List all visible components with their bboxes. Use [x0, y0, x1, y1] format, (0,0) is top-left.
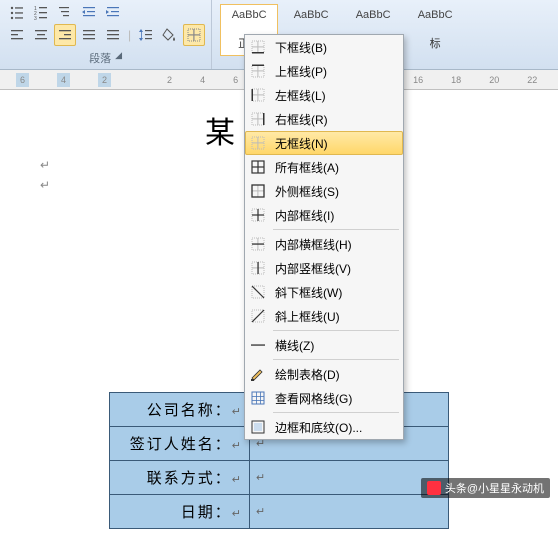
align-center-button[interactable]	[30, 24, 52, 46]
menu-item-bottom[interactable]: 下框线(B)	[245, 35, 403, 59]
menu-item-label: 左框线(L)	[275, 87, 395, 104]
align-distribute-button[interactable]	[102, 24, 124, 46]
borders-button[interactable]	[183, 24, 205, 46]
menu-item-draw[interactable]: 绘制表格(D)	[245, 362, 403, 386]
menu-item-label: 内部框线(I)	[275, 207, 395, 224]
menu-item-dialog[interactable]: 边框和底纹(O)...	[245, 415, 403, 439]
menu-item-left[interactable]: 左框线(L)	[245, 83, 403, 107]
top-icon	[249, 62, 267, 80]
menu-item-label: 查看网格线(G)	[275, 390, 395, 407]
menu-item-label: 边框和底纹(O)...	[275, 419, 395, 436]
watermark: 头条@小星星永动机	[421, 478, 550, 498]
menu-item-hline[interactable]: 横线(Z)	[245, 333, 403, 357]
diag-down-icon	[249, 283, 267, 301]
menu-item-right[interactable]: 右框线(R)	[245, 107, 403, 131]
menu-item-top[interactable]: 上框线(P)	[245, 59, 403, 83]
gridlines-icon	[249, 389, 267, 407]
menu-item-all[interactable]: 所有框线(A)	[245, 155, 403, 179]
menu-item-label: 内部横框线(H)	[275, 236, 395, 253]
bottom-icon	[249, 38, 267, 56]
numbering-button[interactable]: 123	[30, 2, 52, 24]
diag-up-icon	[249, 307, 267, 325]
align-right-button[interactable]	[54, 24, 76, 46]
menu-item-none[interactable]: 无框线(N)	[245, 131, 403, 155]
menu-item-label: 下框线(B)	[275, 39, 395, 56]
outside-icon	[249, 182, 267, 200]
right-icon	[249, 110, 267, 128]
menu-item-gridlines[interactable]: 查看网格线(G)	[245, 386, 403, 410]
line-spacing-button[interactable]	[135, 24, 157, 46]
shading-button[interactable]	[159, 24, 181, 46]
menu-item-label: 上框线(P)	[275, 63, 395, 80]
menu-separator	[273, 412, 399, 413]
draw-icon	[249, 365, 267, 383]
all-icon	[249, 158, 267, 176]
align-justify-button[interactable]	[78, 24, 100, 46]
menu-item-outside[interactable]: 外侧框线(S)	[245, 179, 403, 203]
inside-icon	[249, 206, 267, 224]
borders-dropdown: 下框线(B) 上框线(P) 左框线(L) 右框线(R) 无框线(N) 所有框线(A) 外侧框…	[244, 34, 404, 440]
inside-h-icon	[249, 235, 267, 253]
menu-item-label: 所有框线(A)	[275, 159, 395, 176]
bullets-button[interactable]	[6, 2, 28, 24]
paragraph-group-label: 段落 ◢	[6, 50, 205, 66]
menu-item-inside-v[interactable]: 内部竖框线(V)	[245, 256, 403, 280]
multilevel-button[interactable]	[54, 2, 76, 24]
menu-item-diag-down[interactable]: 斜下框线(W)	[245, 280, 403, 304]
menu-item-label: 右框线(R)	[275, 111, 395, 128]
menu-item-label: 斜下框线(W)	[275, 284, 395, 301]
menu-separator	[273, 330, 399, 331]
inside-v-icon	[249, 259, 267, 277]
svg-text:3: 3	[34, 16, 37, 21]
hline-icon	[249, 336, 267, 354]
watermark-icon	[427, 481, 441, 495]
menu-item-inside[interactable]: 内部框线(I)	[245, 203, 403, 227]
menu-item-diag-up[interactable]: 斜上框线(U)	[245, 304, 403, 328]
style-item-3[interactable]: AaBbC标	[406, 4, 464, 56]
menu-item-label: 无框线(N)	[275, 135, 395, 152]
dialog-icon	[249, 418, 267, 436]
indent-left-button[interactable]	[78, 2, 100, 24]
left-icon	[249, 86, 267, 104]
menu-item-label: 外侧框线(S)	[275, 183, 395, 200]
paragraph-dialog-launcher[interactable]: ◢	[115, 50, 122, 66]
indent-right-button[interactable]	[102, 2, 124, 24]
paragraph-group: 123 | 段落 ◢	[0, 0, 212, 69]
align-left-button[interactable]	[6, 24, 28, 46]
watermark-text: 头条@小星星永动机	[445, 480, 544, 496]
table-row[interactable]: 日期：↵↵	[110, 495, 449, 529]
menu-item-label: 横线(Z)	[275, 337, 395, 354]
menu-separator	[273, 359, 399, 360]
menu-item-label: 斜上框线(U)	[275, 308, 395, 325]
menu-item-label: 绘制表格(D)	[275, 366, 395, 383]
menu-item-label: 内部竖框线(V)	[275, 260, 395, 277]
none-icon	[249, 134, 267, 152]
menu-separator	[273, 229, 399, 230]
table-row[interactable]: 联系方式：↵↵	[110, 461, 449, 495]
menu-item-inside-h[interactable]: 内部横框线(H)	[245, 232, 403, 256]
